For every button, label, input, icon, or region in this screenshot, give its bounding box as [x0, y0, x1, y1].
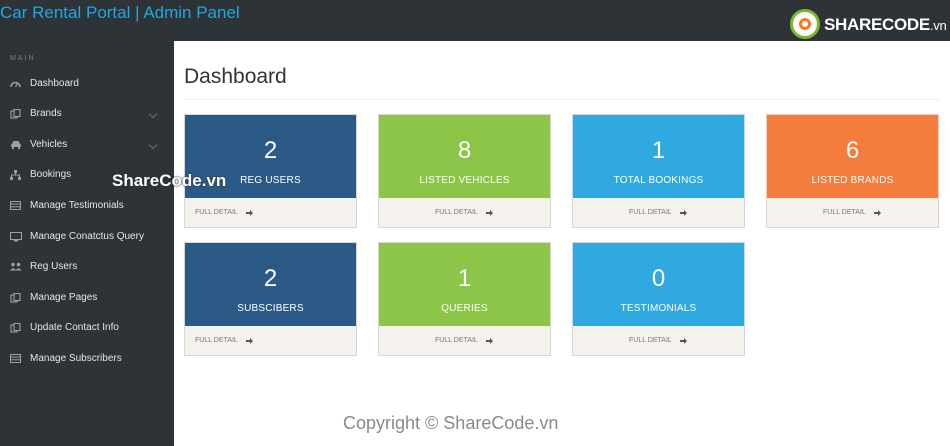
dashboard-icon	[10, 79, 21, 88]
stat-card-panel: 8 LISTED VEHICLES	[379, 115, 550, 198]
sidebar-section-label: MAIN	[10, 55, 36, 62]
full-detail-link[interactable]: FULL DETAIL	[195, 209, 238, 216]
sidebar-item-label: Manage Subscribers	[30, 353, 122, 364]
car-icon	[10, 140, 21, 149]
sidebar-item-label: Bookings	[30, 169, 72, 180]
stat-card-listed-brands: 6 LISTED BRANDS FULL DETAIL	[766, 114, 939, 228]
sharecode-logo: SHARECODE.vn	[790, 9, 947, 43]
arrow-right-icon[interactable]	[680, 337, 687, 345]
stat-label: LISTED VEHICLES	[419, 175, 510, 186]
stat-value: 2	[263, 137, 278, 164]
stat-card-panel: 2 SUBSCIBERS	[185, 243, 356, 326]
stat-label: TESTIMONIALS	[620, 303, 697, 314]
stat-card-total-bookings: 1 TOTAL BOOKINGS FULL DETAIL	[572, 114, 745, 228]
chevron-down-icon[interactable]	[148, 140, 158, 150]
stat-value: 2	[263, 265, 278, 292]
sidebar-item-manage-subscribers[interactable]: Manage Subscribers	[0, 345, 174, 375]
sidebar-item-manage-contactus-query[interactable]: Manage Conatctus Query	[0, 223, 174, 253]
sharecode-logo-text: SHARECODE.vn	[824, 15, 947, 34]
sidebar-item-manage-pages[interactable]: Manage Pages	[0, 284, 174, 314]
stat-label: LISTED BRANDS	[811, 175, 894, 186]
stat-value: 6	[845, 137, 860, 164]
sidebar-item-label: Brands	[30, 108, 62, 119]
main-content: Dashboard 2 REG USERS FULL DETAIL 8 LIST…	[174, 41, 950, 446]
stat-card-panel: 0 TESTIMONIALS	[573, 243, 744, 326]
stat-label: QUERIES	[441, 303, 488, 314]
sitemap-icon	[10, 170, 21, 180]
files-icon	[10, 293, 21, 303]
stat-card-listed-vehicles: 8 LISTED VEHICLES FULL DETAIL	[378, 114, 551, 228]
sidebar-item-dashboard[interactable]: Dashboard	[0, 70, 174, 100]
stat-card-panel: 1 QUERIES	[379, 243, 550, 326]
sidebar-item-label: Vehicles	[30, 139, 68, 150]
full-detail-link[interactable]: FULL DETAIL	[629, 209, 672, 216]
files-icon	[10, 109, 21, 119]
full-detail-link[interactable]: FULL DETAIL	[195, 337, 238, 344]
sidebar-item-label: Manage Conatctus Query	[30, 231, 144, 242]
top-bar: Car Rental Portal | Admin Panel SHARECOD…	[0, 0, 950, 41]
watermark-overlay: ShareCode.vn	[112, 171, 227, 190]
stat-card-panel: 1 TOTAL BOOKINGS	[573, 115, 744, 198]
arrow-right-icon[interactable]	[486, 337, 493, 345]
sidebar-item-label: Dashboard	[30, 78, 79, 89]
page-title: Dashboard	[184, 65, 287, 88]
sidebar-item-manage-testimonials[interactable]: Manage Testimonials	[0, 192, 174, 222]
arrow-right-icon[interactable]	[246, 209, 253, 217]
full-detail-link[interactable]: FULL DETAIL	[435, 337, 478, 344]
sidebar: MAIN Dashboard Brands Vehicles Bookings …	[0, 41, 174, 446]
chevron-down-icon[interactable]	[148, 109, 158, 119]
stat-label: TOTAL BOOKINGS	[613, 175, 704, 186]
arrow-right-icon[interactable]	[874, 209, 881, 217]
sidebar-item-label: Update Contact Info	[30, 322, 119, 333]
desktop-icon	[10, 232, 22, 242]
files-icon	[10, 323, 21, 333]
arrow-right-icon[interactable]	[486, 209, 493, 217]
full-detail-link[interactable]: FULL DETAIL	[629, 337, 672, 344]
sidebar-item-vehicles[interactable]: Vehicles	[0, 131, 174, 161]
table-icon	[10, 354, 21, 363]
stat-card-subscribers: 2 SUBSCIBERS FULL DETAIL	[184, 242, 357, 356]
stat-value: 1	[651, 137, 666, 164]
sidebar-item-brands[interactable]: Brands	[0, 100, 174, 130]
stat-card-queries: 1 QUERIES FULL DETAIL	[378, 242, 551, 356]
arrow-right-icon[interactable]	[246, 337, 253, 345]
users-icon	[10, 262, 22, 271]
sharecode-logo-icon	[790, 9, 820, 39]
watermark-footer: Copyright © ShareCode.vn	[343, 413, 559, 433]
table-icon	[10, 201, 21, 210]
stat-label: SUBSCIBERS	[237, 303, 304, 314]
stat-value: 1	[457, 265, 472, 292]
arrow-right-icon[interactable]	[680, 209, 687, 217]
sidebar-item-update-contact-info[interactable]: Update Contact Info	[0, 314, 174, 344]
sidebar-item-label: Manage Pages	[30, 292, 98, 303]
stat-card-panel: 6 LISTED BRANDS	[767, 115, 938, 198]
sidebar-item-reg-users[interactable]: Reg Users	[0, 253, 174, 283]
sidebar-item-label: Reg Users	[30, 261, 78, 272]
full-detail-link[interactable]: FULL DETAIL	[435, 209, 478, 216]
stat-value: 8	[457, 137, 472, 164]
sidebar-item-label: Manage Testimonials	[30, 200, 124, 211]
stat-card-testimonials: 0 TESTIMONIALS FULL DETAIL	[572, 242, 745, 356]
app-title[interactable]: Car Rental Portal | Admin Panel	[0, 3, 240, 23]
full-detail-link[interactable]: FULL DETAIL	[823, 209, 866, 216]
title-divider	[184, 99, 940, 100]
stat-value: 0	[651, 265, 666, 292]
